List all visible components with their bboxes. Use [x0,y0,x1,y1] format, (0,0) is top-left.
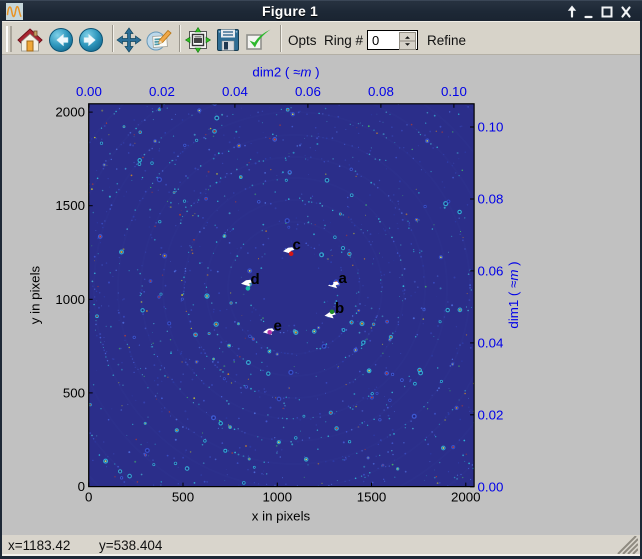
svg-text:1500: 1500 [357,490,387,505]
svg-text:0.00: 0.00 [76,84,102,99]
svg-text:0.00: 0.00 [478,479,504,494]
svg-text:2000: 2000 [451,490,481,505]
svg-text:0: 0 [85,490,92,505]
svg-text:0.06: 0.06 [478,263,504,278]
svg-text:0.10: 0.10 [441,84,467,99]
svg-text:2000: 2000 [55,105,85,120]
svg-text:0.02: 0.02 [478,407,504,422]
svg-text:d: d [251,271,260,288]
svg-text:c: c [293,237,301,254]
svg-text:0.04: 0.04 [222,84,248,99]
svg-text:b: b [335,300,344,317]
svg-text:1000: 1000 [263,490,293,505]
svg-text:a: a [339,270,348,287]
svg-text:500: 500 [63,385,85,400]
svg-text:0.06: 0.06 [295,84,321,99]
svg-text:0.04: 0.04 [478,335,504,350]
svg-text:y in pixels: y in pixels [28,265,43,324]
svg-text:500: 500 [172,490,194,505]
svg-text:1000: 1000 [55,292,85,307]
svg-text:x in pixels: x in pixels [252,509,311,524]
svg-text:0.10: 0.10 [478,120,504,135]
svg-text:dim1 ( ≈m ): dim1 ( ≈m ) [506,261,521,328]
svg-text:dim2 ( ≈m ): dim2 ( ≈m ) [252,65,319,80]
svg-text:0.08: 0.08 [478,192,504,207]
svg-text:e: e [274,318,282,335]
svg-text:1500: 1500 [55,198,85,213]
svg-text:0.02: 0.02 [149,84,175,99]
svg-text:0: 0 [78,479,85,494]
svg-text:0.08: 0.08 [368,84,394,99]
